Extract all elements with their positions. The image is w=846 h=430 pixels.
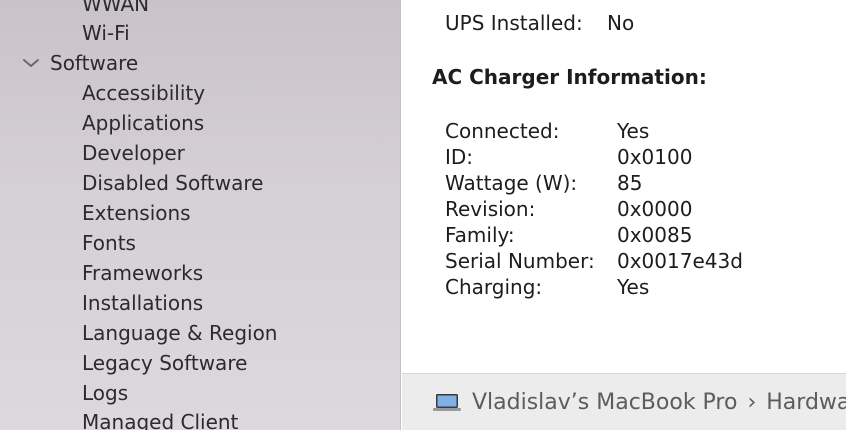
sidebar-item-wwan[interactable]: WWAN: [82, 0, 149, 16]
sidebar-item-label: Language & Region: [82, 321, 278, 345]
sidebar-item-label: Legacy Software: [82, 351, 248, 375]
sidebar-item-fonts[interactable]: Fonts: [82, 231, 136, 255]
info-value: 0x0100: [617, 145, 693, 169]
sidebar-item-frameworks[interactable]: Frameworks: [82, 261, 203, 285]
sidebar-item-label: Managed Client: [82, 410, 239, 430]
chevron-down-icon[interactable]: [22, 51, 42, 75]
sidebar-item-language-region[interactable]: Language & Region: [82, 321, 277, 345]
sidebar-item-label: Accessibility: [82, 81, 206, 105]
sidebar: WWAN Wi-Fi Software Accessibility Applic…: [0, 0, 401, 430]
sidebar-item-label: Fonts: [82, 231, 136, 255]
sidebar-item-label: WWAN: [82, 0, 150, 16]
sidebar-item-extensions[interactable]: Extensions: [82, 201, 191, 225]
section-title: AC Charger Information:: [432, 65, 707, 89]
sidebar-item-label: Developer: [82, 141, 185, 165]
info-label: Revision:: [445, 197, 536, 221]
path-bar: Vladislav’s MacBook Pro › Hardware: [402, 373, 846, 430]
info-value: 0x0085: [617, 223, 693, 247]
info-label: Charging:: [445, 275, 543, 299]
info-label: Wattage (W):: [445, 171, 578, 195]
sidebar-item-installations[interactable]: Installations: [82, 291, 203, 315]
sidebar-item-label: Installations: [82, 291, 204, 315]
sidebar-item-legacy-software[interactable]: Legacy Software: [82, 351, 247, 375]
sidebar-item-label: Wi-Fi: [82, 21, 130, 45]
sidebar-item-label: Extensions: [82, 201, 191, 225]
sidebar-item-label: Disabled Software: [82, 171, 264, 195]
info-value: Yes: [617, 119, 650, 143]
sidebar-item-wifi[interactable]: Wi-Fi: [82, 21, 130, 45]
sidebar-item-developer[interactable]: Developer: [82, 141, 185, 165]
info-label: Family:: [445, 223, 515, 247]
sidebar-item-applications[interactable]: Applications: [82, 111, 204, 135]
info-value: Yes: [617, 275, 650, 299]
info-value: 0x0017e43d: [617, 249, 743, 273]
info-label: ID:: [445, 145, 474, 169]
breadcrumb-item-hardware[interactable]: Hardware: [766, 390, 846, 415]
sidebar-item-logs[interactable]: Logs: [82, 381, 128, 405]
sidebar-item-label: Software: [50, 51, 139, 75]
sidebar-item-label: Applications: [82, 111, 205, 135]
info-value: 0x0000: [617, 197, 693, 221]
detail-pane: UPS Installed: No AC Charger Information…: [402, 0, 846, 373]
sidebar-item-accessibility[interactable]: Accessibility: [82, 81, 205, 105]
laptop-icon: [432, 392, 462, 414]
info-value: 85: [617, 171, 643, 195]
sidebar-item-disabled-software[interactable]: Disabled Software: [82, 171, 263, 195]
sidebar-item-managed-client[interactable]: Managed Client: [82, 410, 238, 430]
ups-installed-value: No: [607, 11, 635, 35]
sidebar-group-software[interactable]: Software: [22, 51, 138, 75]
info-label: Connected:: [445, 119, 560, 143]
ups-installed-label: UPS Installed:: [445, 11, 583, 35]
sidebar-item-label: Frameworks: [82, 261, 204, 285]
breadcrumb-separator: ›: [747, 390, 757, 415]
breadcrumb-item-computer[interactable]: Vladislav’s MacBook Pro: [472, 390, 737, 415]
breadcrumb: Vladislav’s MacBook Pro › Hardware: [432, 390, 846, 415]
info-label: Serial Number:: [445, 249, 595, 273]
sidebar-item-label: Logs: [82, 381, 129, 405]
